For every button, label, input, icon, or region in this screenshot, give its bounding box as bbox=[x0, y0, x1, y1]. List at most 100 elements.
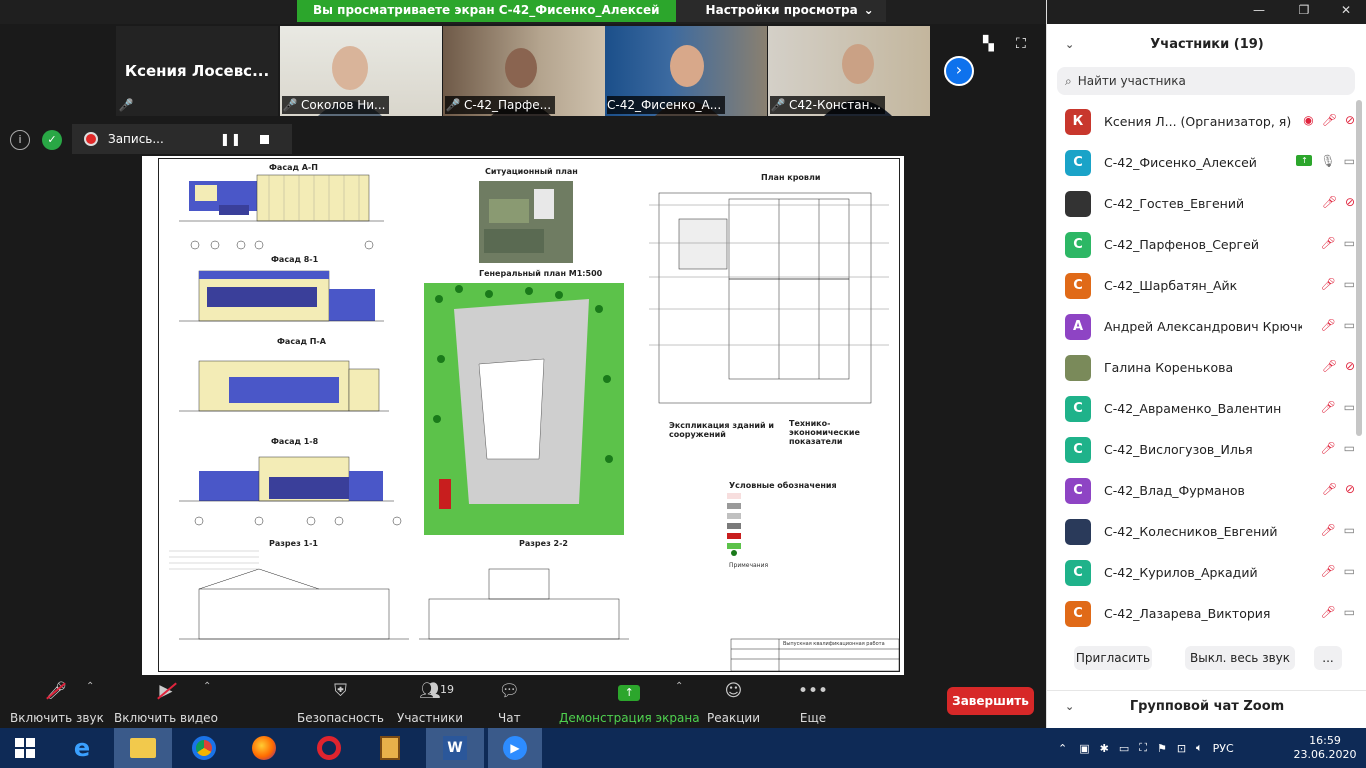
start-button[interactable] bbox=[0, 728, 50, 768]
camera-icon[interactable]: ▭ bbox=[1344, 605, 1355, 619]
archive-taskbar-icon[interactable] bbox=[366, 728, 414, 768]
more-button[interactable]: ••• Еще bbox=[798, 679, 828, 725]
tray-flag-icon[interactable]: ⚑ bbox=[1157, 742, 1167, 755]
fullscreen-icon[interactable]: ⛶ bbox=[1016, 36, 1026, 52]
mic-off-icon[interactable]: 🎤︎ bbox=[1322, 482, 1337, 496]
mic-off-icon[interactable]: 🎤︎ bbox=[1320, 236, 1335, 250]
expand-chevron-icon: ⌄ bbox=[1065, 700, 1075, 713]
firefox-taskbar-icon[interactable] bbox=[240, 728, 288, 768]
camera-icon[interactable]: ▭ bbox=[1344, 277, 1355, 291]
opera-taskbar-icon[interactable] bbox=[305, 728, 353, 768]
participant-row[interactable]: С-42_Колесников_Евгений 🎤︎ ▭ bbox=[1047, 511, 1357, 552]
pause-recording-button[interactable]: ❚❚ bbox=[220, 132, 242, 146]
camera-off-icon[interactable]: ⊘ bbox=[1345, 113, 1355, 127]
camera-icon[interactable]: ▭ bbox=[1344, 441, 1355, 455]
avatar: С bbox=[1065, 150, 1091, 176]
mic-off-icon[interactable]: 🎤︎ bbox=[1320, 605, 1335, 619]
tray-battery-icon[interactable]: ▭ bbox=[1119, 742, 1129, 755]
tray-volume-icon[interactable]: 🔈︎ bbox=[1196, 741, 1203, 755]
tray-network-status-icon[interactable]: ⊡ bbox=[1177, 742, 1186, 755]
restore-icon[interactable]: ❐ bbox=[1289, 0, 1319, 22]
tray-bluetooth-icon[interactable]: ✱ bbox=[1100, 742, 1109, 755]
recording-icon: ◉ bbox=[1303, 113, 1314, 127]
chat-button[interactable]: 💬︎ Чат bbox=[498, 679, 521, 725]
participant-row[interactable]: С С-42_Авраменко_Валентин 🎤︎ ▭ bbox=[1047, 388, 1357, 429]
mic-icon[interactable]: 🎙︎ bbox=[1320, 154, 1335, 168]
camera-off-icon[interactable]: ⊘ bbox=[1345, 195, 1355, 209]
security-button[interactable]: ⛨ Безопасность bbox=[297, 679, 384, 725]
participant-row[interactable]: С-42_Гостев_Евгений 🎤︎ ⊘ bbox=[1047, 183, 1357, 224]
close-icon[interactable]: ✕ bbox=[1331, 0, 1361, 22]
more-label: Еще bbox=[799, 711, 827, 725]
next-page-button[interactable]: › bbox=[944, 56, 974, 86]
encryption-shield-icon[interactable]: ✓ bbox=[42, 130, 62, 150]
panel-more-button[interactable]: ... bbox=[1314, 646, 1342, 670]
participant-row[interactable]: А Андрей Александрович Крючк... 🎤︎ ▭ bbox=[1047, 306, 1357, 347]
participant-row[interactable]: С С-42_Парфенов_Сергей 🎤︎ ▭ bbox=[1047, 224, 1357, 265]
participant-row[interactable]: С С-42_Курилов_Аркадий 🎤︎ ▭ bbox=[1047, 552, 1357, 593]
info-icon[interactable]: i bbox=[10, 130, 30, 150]
participant-row[interactable]: Галина Коренькова 🎤︎ ⊘ bbox=[1047, 347, 1357, 388]
mic-off-icon[interactable]: 🎤︎ bbox=[1320, 441, 1335, 455]
avatar: А bbox=[1065, 314, 1091, 340]
ie-taskbar-icon[interactable]: e bbox=[58, 728, 106, 768]
top-bar: Вы просматриваете экран С-42_Фисенко_Але… bbox=[0, 0, 1046, 24]
camera-icon[interactable]: ▭ bbox=[1344, 564, 1355, 578]
speaker-view-icon[interactable]: ▚ bbox=[983, 36, 994, 52]
video-tile-sokolov[interactable]: 🎤 Соколов Ни... bbox=[280, 26, 442, 116]
participant-list-scrollbar[interactable] bbox=[1356, 100, 1362, 436]
camera-icon[interactable]: ▭ bbox=[1344, 154, 1355, 168]
audio-options-caret[interactable]: ⌃ bbox=[86, 681, 94, 692]
video-tile-losevskaya[interactable]: Ксения Лосевс... 🎤 bbox=[116, 26, 278, 116]
stop-recording-button[interactable] bbox=[259, 134, 269, 144]
zoom-taskbar-icon[interactable]: ▶ bbox=[488, 728, 542, 768]
reactions-button[interactable]: ☺ Реакции bbox=[707, 679, 760, 725]
participants-title: Участники (19) bbox=[1150, 37, 1264, 52]
chrome-taskbar-icon[interactable] bbox=[180, 728, 228, 768]
mic-off-icon[interactable]: 🎤︎ bbox=[1322, 113, 1337, 127]
facade-81-title: Фасад 8-1 bbox=[271, 255, 319, 264]
avatar bbox=[1065, 519, 1091, 545]
view-options-button[interactable]: Настройки просмотра ⌄ bbox=[675, 0, 886, 22]
participant-row[interactable]: С С-42_Влад_Фурманов 🎤︎ ⊘ bbox=[1047, 470, 1357, 511]
participant-search-input[interactable]: ⌕ Найти участника bbox=[1057, 67, 1355, 95]
mic-off-icon[interactable]: 🎤︎ bbox=[1320, 318, 1335, 332]
video-options-caret[interactable]: ⌃ bbox=[203, 681, 211, 692]
tray-arrow-icon[interactable]: ⌃ bbox=[1058, 742, 1067, 755]
participant-row[interactable]: С С-42_Шарбатян_Айк 🎤︎ ▭ bbox=[1047, 265, 1357, 306]
camera-icon[interactable]: ▭ bbox=[1344, 523, 1355, 537]
tray-language[interactable]: РУС bbox=[1213, 742, 1234, 755]
mute-all-button[interactable]: Выкл. весь звук bbox=[1185, 646, 1295, 670]
participant-row[interactable]: С С-42_Вислогузов_Илья 🎤︎ ▭ bbox=[1047, 429, 1357, 470]
mic-off-icon[interactable]: 🎤︎ bbox=[1320, 564, 1335, 578]
mic-off-icon[interactable]: 🎤︎ bbox=[1320, 400, 1335, 414]
tray-network-icon[interactable]: ⛶ bbox=[1139, 741, 1147, 755]
tray-app-icon[interactable]: ▣ bbox=[1079, 742, 1089, 755]
legend-swatches bbox=[727, 493, 741, 556]
invite-button[interactable]: Пригласить bbox=[1074, 646, 1152, 670]
share-options-caret[interactable]: ⌃ bbox=[675, 681, 683, 692]
end-meeting-button[interactable]: Завершить bbox=[947, 687, 1034, 715]
participant-row[interactable]: К Ксения Л... (Организатор, я) ◉ 🎤︎ ⊘ bbox=[1047, 101, 1357, 142]
mic-off-icon[interactable]: 🎤︎ bbox=[1320, 523, 1335, 537]
mic-off-icon[interactable]: 🎤︎ bbox=[1322, 195, 1337, 209]
video-tile-parfenov[interactable]: 🎤 С-42_Парфе... bbox=[443, 26, 605, 116]
avatar: С bbox=[1065, 273, 1091, 299]
collapse-chevron-icon[interactable]: ⌄ bbox=[1065, 30, 1074, 60]
explorer-taskbar-icon[interactable] bbox=[114, 728, 172, 768]
taskbar-clock[interactable]: 16:59 23.06.2020 bbox=[1290, 734, 1360, 762]
camera-off-icon[interactable]: ⊘ bbox=[1345, 359, 1355, 373]
camera-off-icon[interactable]: ⊘ bbox=[1345, 482, 1355, 496]
video-tile-fisenko[interactable]: С-42_Фисенко_А... bbox=[605, 26, 767, 116]
mic-off-icon[interactable]: 🎤︎ bbox=[1320, 277, 1335, 291]
video-tile-konstantin[interactable]: 🎤 С42-Констан... bbox=[768, 26, 930, 116]
camera-icon[interactable]: ▭ bbox=[1344, 318, 1355, 332]
word-taskbar-icon[interactable]: W bbox=[426, 728, 484, 768]
camera-icon[interactable]: ▭ bbox=[1344, 236, 1355, 250]
minimize-icon[interactable]: — bbox=[1244, 0, 1274, 22]
participant-row[interactable]: С С-42_Лазарева_Виктория 🎤︎ ▭ bbox=[1047, 593, 1357, 633]
group-chat-header[interactable]: ⌄ Групповой чат Zoom bbox=[1047, 690, 1366, 722]
mic-off-icon[interactable]: 🎤︎ bbox=[1322, 359, 1337, 373]
camera-icon[interactable]: ▭ bbox=[1344, 400, 1355, 414]
participant-row[interactable]: С С-42_Фисенко_Алексей ↑ 🎙︎ ▭ bbox=[1047, 142, 1357, 183]
